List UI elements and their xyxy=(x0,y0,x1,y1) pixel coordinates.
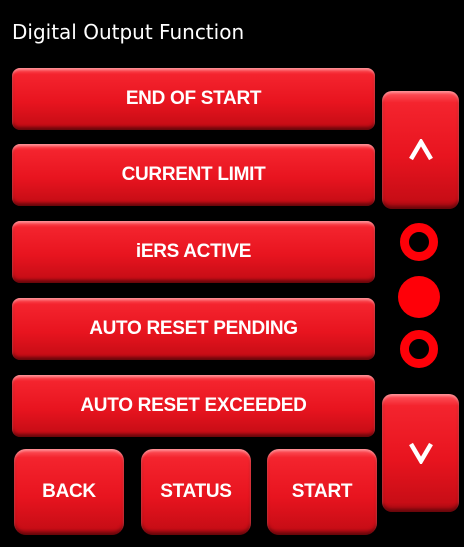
option-auto-reset-exceeded-button[interactable]: AUTO RESET EXCEEDED xyxy=(12,375,375,437)
page-indicator-dot-1 xyxy=(400,223,438,261)
option-auto-reset-pending-button[interactable]: AUTO RESET PENDING xyxy=(12,298,375,360)
chevron-down-icon xyxy=(408,442,433,464)
status-button[interactable]: STATUS xyxy=(141,449,251,535)
scroll-down-button[interactable] xyxy=(382,394,459,512)
option-end-of-start-button[interactable]: END OF START xyxy=(12,68,375,130)
page-indicator-dot-2-active xyxy=(398,276,440,318)
page-indicator-dot-3 xyxy=(400,330,438,368)
start-button[interactable]: START xyxy=(267,449,377,535)
page-title: Digital Output Function xyxy=(12,20,245,44)
option-iers-active-button[interactable]: iERS ACTIVE xyxy=(12,221,375,283)
option-current-limit-button[interactable]: CURRENT LIMIT xyxy=(12,144,375,206)
chevron-up-icon xyxy=(408,139,433,161)
back-button[interactable]: BACK xyxy=(14,449,124,535)
scroll-up-button[interactable] xyxy=(382,91,459,209)
